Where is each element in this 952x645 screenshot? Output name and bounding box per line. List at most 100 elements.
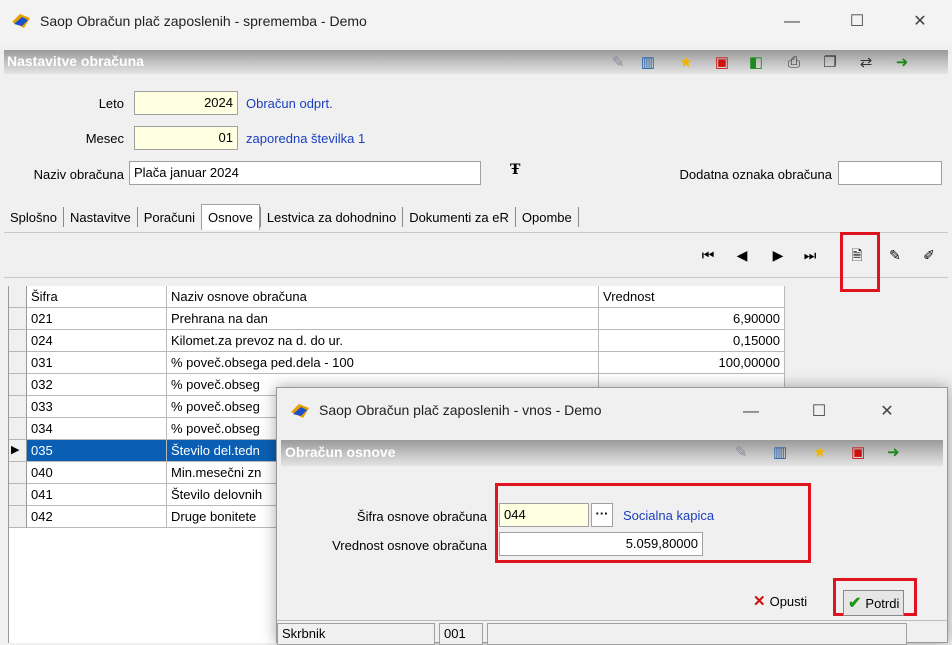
- leto-field[interactable]: 2024: [134, 91, 238, 115]
- tab-splosno[interactable]: Splošno: [4, 207, 64, 227]
- highlight-fields: [495, 483, 811, 563]
- maximize-button[interactable]: ☐: [837, 8, 877, 36]
- dialog-close-button[interactable]: ✕: [867, 398, 907, 426]
- font-icon[interactable]: Ŧ: [510, 162, 520, 178]
- dodatna-label: Dodatna oznaka obračuna: [679, 167, 832, 182]
- table-cell[interactable]: Prehrana na dan: [167, 308, 599, 330]
- mesec-label: Mesec: [85, 131, 124, 146]
- confirm-label: Potrdi: [865, 595, 900, 611]
- table-cell[interactable]: 024: [27, 330, 167, 352]
- dialog-header: Obračun osnove: [281, 440, 943, 466]
- table-cell[interactable]: 035: [27, 440, 167, 462]
- row-indicator[interactable]: [9, 374, 27, 396]
- star-icon[interactable]: ★: [813, 443, 826, 461]
- last-record-icon[interactable]: ⏭: [799, 244, 821, 266]
- column-header[interactable]: Naziv osnove obračuna: [167, 286, 599, 308]
- row-indicator[interactable]: [9, 484, 27, 506]
- row-indicator[interactable]: [9, 352, 27, 374]
- row-indicator[interactable]: [9, 308, 27, 330]
- leto-label: Leto: [98, 96, 124, 111]
- columns-icon[interactable]: ▥: [773, 443, 787, 461]
- section-title: Nastavitve obračuna: [7, 53, 144, 69]
- naziv-field[interactable]: Plača januar 2024: [129, 161, 481, 185]
- section-header: Nastavitve obračuna: [4, 50, 948, 74]
- row-indicator[interactable]: [9, 330, 27, 352]
- app-logo-icon: [12, 14, 30, 28]
- close-button[interactable]: ✕: [900, 8, 940, 36]
- table-cell[interactable]: 032: [27, 374, 167, 396]
- next-record-icon[interactable]: ▶: [767, 244, 789, 266]
- naziv-label: Naziv obračuna: [33, 167, 124, 182]
- tab-opombe[interactable]: Opombe: [516, 207, 579, 227]
- dialog-minimize-button[interactable]: —: [731, 398, 771, 426]
- mesec-info: zaporedna številka 1: [246, 131, 366, 146]
- copy-icon[interactable]: ❐: [820, 52, 840, 72]
- table-cell[interactable]: 031: [27, 352, 167, 374]
- row-indicator[interactable]: [9, 506, 27, 528]
- title-bar: Saop Obračun plač zaposlenih - sprememba…: [0, 0, 952, 44]
- vrednost-label: Vrednost osnove obračuna: [332, 538, 487, 553]
- dodatna-field[interactable]: [838, 161, 942, 185]
- copy-record-icon[interactable]: ✐: [918, 244, 940, 266]
- prev-record-icon[interactable]: ◀: [731, 244, 753, 266]
- exit-icon[interactable]: ➜: [892, 52, 912, 72]
- tab-lestvica[interactable]: Lestvica za dohodnino: [259, 207, 404, 227]
- row-indicator[interactable]: ▶: [9, 440, 27, 462]
- cube-icon[interactable]: ◧: [746, 52, 766, 72]
- transfer-icon[interactable]: ⇄: [856, 52, 876, 72]
- table-cell[interactable]: 040: [27, 462, 167, 484]
- table-cell[interactable]: 042: [27, 506, 167, 528]
- table-cell[interactable]: 033: [27, 396, 167, 418]
- mesec-field[interactable]: 01: [134, 126, 238, 150]
- table-cell[interactable]: Kilomet.za prevoz na d. do ur.: [167, 330, 599, 352]
- column-header[interactable]: Vrednost: [599, 286, 785, 308]
- star-icon[interactable]: ★: [676, 52, 696, 72]
- edit-record-icon[interactable]: ✎: [884, 244, 906, 266]
- delete-document-icon[interactable]: ▣: [712, 52, 732, 72]
- delete-document-icon[interactable]: ▣: [851, 443, 865, 461]
- leto-status: Obračun odprt.: [246, 96, 333, 111]
- exit-icon[interactable]: ➜: [887, 443, 900, 461]
- table-cell[interactable]: 100,00000: [599, 352, 785, 374]
- status-value: 001: [439, 623, 483, 645]
- tab-nastavitve[interactable]: Nastavitve: [64, 207, 138, 227]
- table-cell[interactable]: 0,15000: [599, 330, 785, 352]
- table-cell[interactable]: 021: [27, 308, 167, 330]
- tab-dokumenti[interactable]: Dokumenti za eR: [403, 207, 516, 227]
- status-empty: [487, 623, 907, 645]
- columns-icon[interactable]: ▥: [638, 52, 658, 72]
- table-row[interactable]: 031% poveč.obsega ped.dela - 100 100,0000…: [9, 352, 785, 374]
- edit-icon[interactable]: ✎: [608, 52, 628, 72]
- table-row[interactable]: 024 Kilomet.za prevoz na d. do ur. 0,15000: [9, 330, 785, 352]
- cancel-label: Opusti: [769, 593, 808, 609]
- table-cell[interactable]: 6,90000: [599, 308, 785, 330]
- row-indicator[interactable]: [9, 462, 27, 484]
- tab-poracuni[interactable]: Poračuni: [138, 207, 201, 227]
- tab-osnove[interactable]: Osnove: [201, 204, 260, 230]
- print-icon[interactable]: ⎙: [784, 52, 804, 72]
- row-indicator[interactable]: [9, 396, 27, 418]
- status-bar: Skrbnik 001: [277, 620, 947, 645]
- table-cell[interactable]: % poveč.obsega ped.dela - 100: [167, 352, 599, 374]
- dialog-header-title: Obračun osnove: [285, 444, 396, 460]
- edit-icon[interactable]: ✎: [735, 443, 748, 461]
- check-icon: ✔: [848, 595, 862, 612]
- grid-header: Šifra Naziv osnove obračuna Vrednost: [9, 286, 785, 308]
- row-indicator[interactable]: [9, 418, 27, 440]
- cancel-icon: ✕: [753, 593, 766, 610]
- status-label: Skrbnik: [277, 623, 435, 645]
- first-record-icon[interactable]: ⏮: [697, 244, 719, 266]
- table-cell[interactable]: 041: [27, 484, 167, 506]
- column-header[interactable]: Šifra: [27, 286, 167, 308]
- dialog-maximize-button[interactable]: ☐: [799, 398, 839, 426]
- app-logo-icon: [291, 404, 309, 418]
- minimize-button[interactable]: —: [772, 8, 812, 36]
- table-cell[interactable]: 034: [27, 418, 167, 440]
- dialog-title: Saop Obračun plač zaposlenih - vnos - De…: [319, 402, 602, 418]
- window-title: Saop Obračun plač zaposlenih - sprememba…: [40, 13, 367, 29]
- table-row[interactable]: 021 Prehrana na dan 6,90000: [9, 308, 785, 330]
- cancel-button[interactable]: ✕ Opusti: [753, 592, 807, 610]
- highlight-new-button: [840, 232, 880, 292]
- tab-bar: Splošno Nastavitve Poračuni Osnove Lestv…: [4, 204, 579, 230]
- confirm-button[interactable]: ✔ Potrdi: [843, 590, 905, 616]
